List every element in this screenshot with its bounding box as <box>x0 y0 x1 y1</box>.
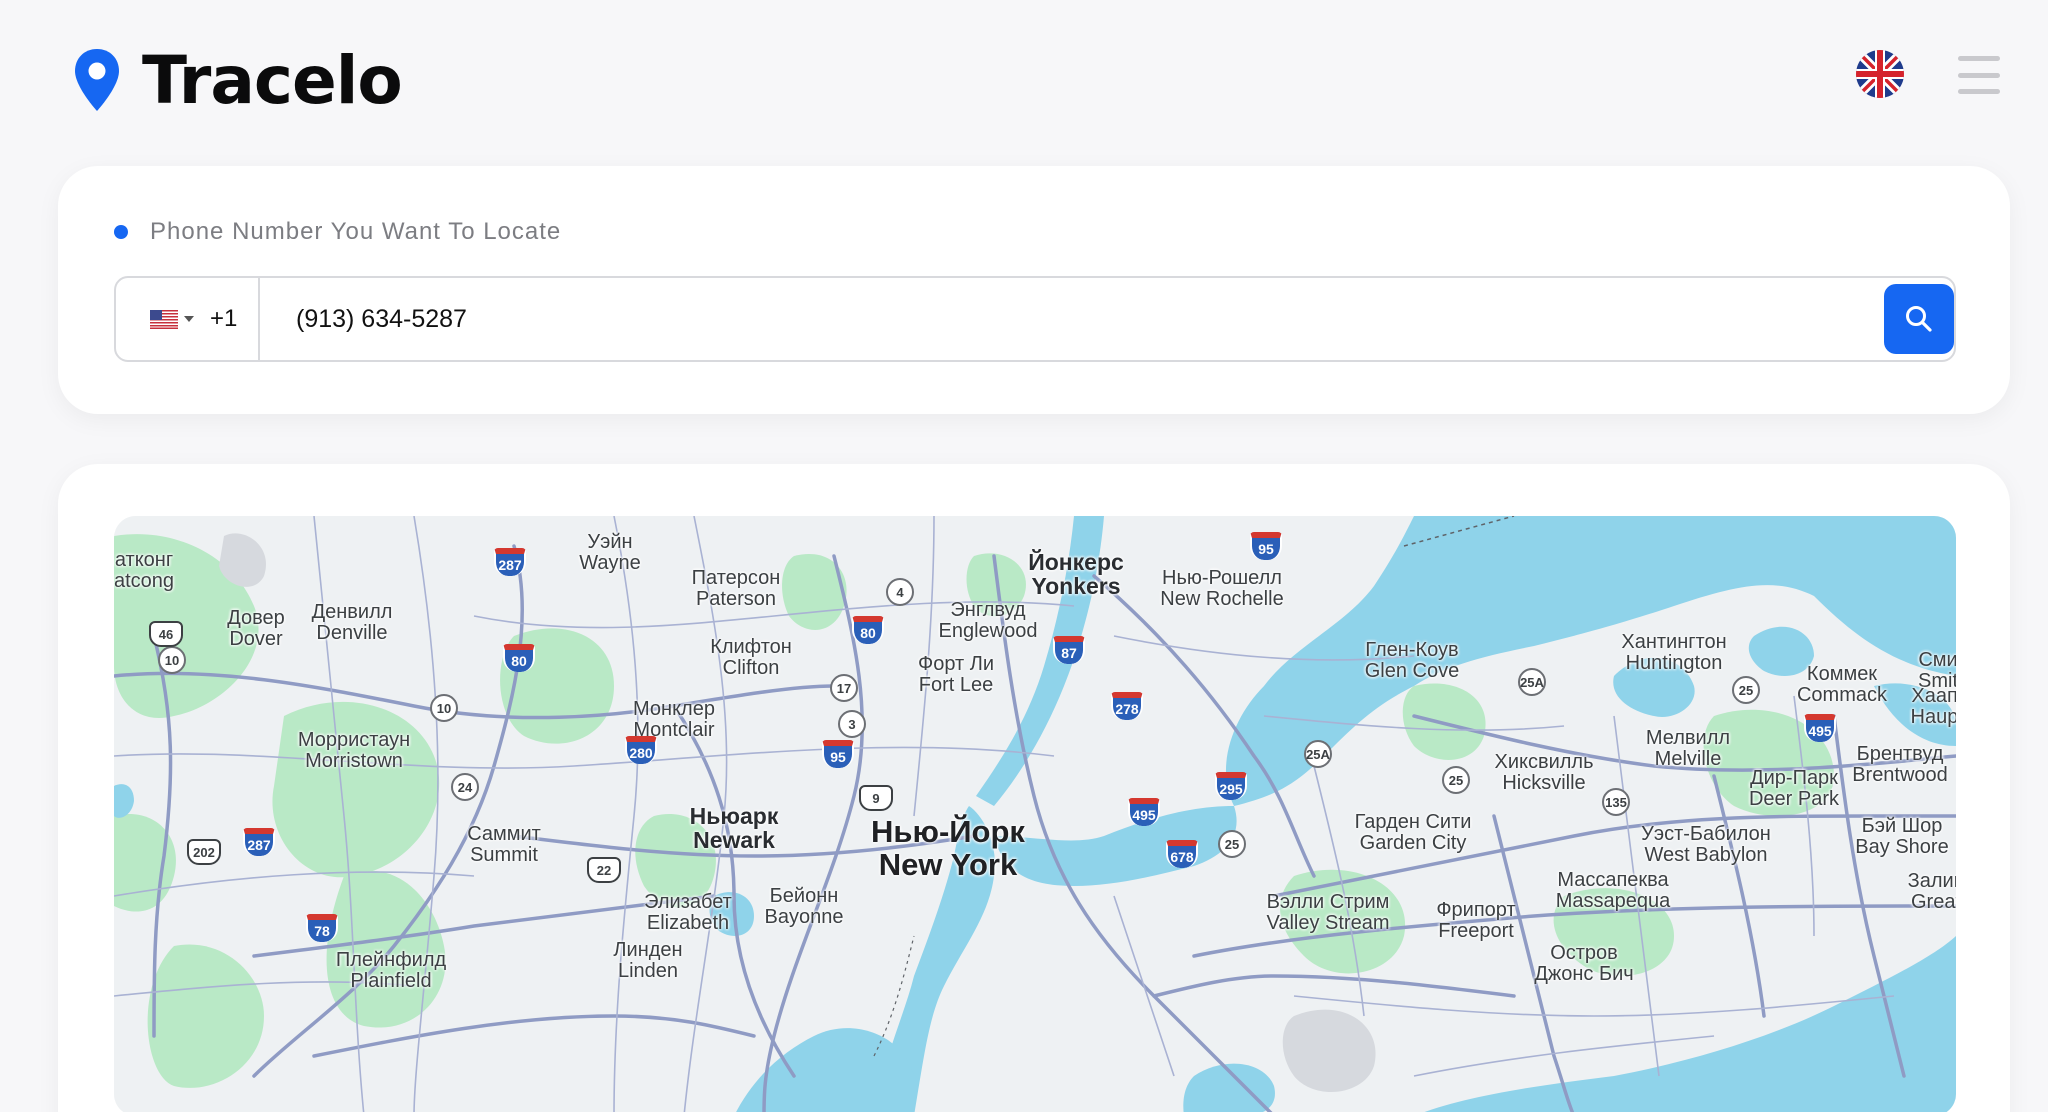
map-place-glencove: Глен-Коув Glen Cove <box>1364 639 1460 682</box>
map-place-paterson: Патерсон Paterson <box>691 567 781 610</box>
map-place-jonesbeach: Остров Джонс Бич <box>1534 942 1634 985</box>
map-place-linden: Линден Linden <box>613 939 683 982</box>
route-shield-s4: 4 <box>886 578 914 606</box>
phone-input-group: +1 <box>114 276 1956 362</box>
search-icon <box>1906 306 1932 332</box>
map-place-melville: Мелвилл Melville <box>1645 727 1731 770</box>
map-place-greatsouthbay: ЗаливGreat <box>1907 870 1956 913</box>
route-shield-i95b: 95 <box>822 740 854 768</box>
dial-code: +1 <box>210 305 238 332</box>
map-card: Нью-Йорк New York Ньюарк Newark Йонкерс Yonke… <box>58 464 2010 1112</box>
map-place-dover: Довер Dover <box>227 607 285 650</box>
route-shield-s135: 135 <box>1602 788 1630 816</box>
map-place-westbabylon: Уэст-Бабилон West Babylon <box>1641 823 1771 866</box>
route-shield-i287a: 287 <box>494 548 526 576</box>
route-shield-i287b: 287 <box>243 828 275 856</box>
route-shield-s25: 25 <box>1442 766 1470 794</box>
map-place-valleystream: Вэлли Стрим Valley Stream <box>1266 891 1390 934</box>
map-place-plainfield: Плейнфилд Plainfield <box>335 949 447 992</box>
map-place-denville: Денвилл Denville <box>311 601 393 644</box>
route-shield-u46: 46 <box>149 621 183 647</box>
route-shield-i295: 295 <box>1215 772 1247 800</box>
route-shield-s10a: 10 <box>158 646 186 674</box>
search-label: Phone Number You Want To Locate <box>150 218 562 245</box>
map-place-huntington: Хантингтон Huntington <box>1621 631 1727 674</box>
route-shield-i80b: 80 <box>503 644 535 672</box>
route-shield-s25d: 25 <box>1218 830 1246 858</box>
location-pin-icon <box>75 48 119 111</box>
map-place-newrochelle: Нью-Рошелл New Rochelle <box>1160 567 1284 610</box>
route-shield-s25b: 25A <box>1304 740 1332 768</box>
map-place-morristown: Морристаун Morristown <box>297 729 411 772</box>
map-place-deerpark: Дир-Парк Deer Park <box>1748 767 1840 810</box>
map-place-fortlee: Форт Ли Fort Lee <box>917 653 995 696</box>
route-shield-i95a: 95 <box>1250 532 1282 560</box>
route-shield-i678: 678 <box>1166 840 1198 868</box>
map-place-yonkers: Йонкерс Yonkers <box>1028 549 1124 600</box>
route-shield-s25c: 25 <box>1732 676 1760 704</box>
accent-dot <box>114 225 128 239</box>
map-place-elizabeth: Элизабет Elizabeth <box>644 891 732 934</box>
map-place-gardencity: Гарден Сити Garden City <box>1354 811 1472 854</box>
route-shield-i78: 78 <box>306 914 338 942</box>
route-shield-s24: 24 <box>451 773 479 801</box>
map-place-brentwood: Брентвуд Brentwood <box>1852 743 1948 786</box>
route-shield-s17: 17 <box>830 674 858 702</box>
map-place-bayonne: Бейонн Bayonne <box>764 885 844 928</box>
map-place-freeport: Фрипорт Freeport <box>1436 899 1516 942</box>
route-shield-i278: 278 <box>1111 692 1143 720</box>
us-flag-icon <box>150 309 178 329</box>
route-shield-u202: 202 <box>187 839 221 865</box>
route-shield-s3: 3 <box>838 710 866 738</box>
map-place-commack: Коммек Commack <box>1796 663 1888 706</box>
route-shield-u22: 22 <box>587 857 621 883</box>
country-code-selector[interactable]: +1 <box>116 278 260 360</box>
map-place-wayne: Уэйн Wayne <box>579 531 641 574</box>
route-shield-s10b: 10 <box>430 694 458 722</box>
map-place-newark: Ньюарк Newark <box>689 803 779 854</box>
search-card: Phone Number You Want To Locate +1 <box>58 166 2010 414</box>
phone-number-input[interactable] <box>260 278 1860 360</box>
route-shield-u9: 9 <box>859 785 893 811</box>
brand-name: Tracelo <box>142 42 403 119</box>
header: Tracelo <box>0 0 2048 150</box>
route-shield-i495a: 495 <box>1128 798 1160 826</box>
chevron-down-icon <box>184 316 194 322</box>
map-place-massapequa: Массапеква Massapequa <box>1555 869 1671 912</box>
search-button[interactable] <box>1884 284 1954 354</box>
map-place-bayshore: Бэй Шор Bay Shore <box>1855 815 1949 858</box>
route-shield-i280: 280 <box>625 736 657 764</box>
route-shield-s25a: 25A <box>1518 668 1546 696</box>
brand-logo[interactable]: Tracelo <box>72 42 403 119</box>
map-view[interactable]: Нью-Йорк New York Ньюарк Newark Йонкерс Yonke… <box>114 516 1956 1112</box>
map-place-newyork: Нью-Йорк New York <box>871 814 1025 882</box>
uk-flag-icon[interactable] <box>1856 50 1904 98</box>
map-place-hicksville: Хиксвилль Hicksville <box>1494 751 1594 794</box>
map-place-summit: Саммит Summit <box>467 823 541 866</box>
hamburger-menu-icon[interactable] <box>1958 56 2000 94</box>
map-place-hatcong: атконг atcong <box>114 549 175 592</box>
map-place-hauppauge: ХааппHaupp <box>1910 685 1956 728</box>
map-place-englewood: Энглвуд Englewood <box>938 599 1038 642</box>
route-shield-i80a: 80 <box>852 616 884 644</box>
route-shield-i495b: 495 <box>1804 714 1836 742</box>
search-label-row: Phone Number You Want To Locate <box>114 218 561 246</box>
map-place-montclair: Монклер Montclair <box>633 698 715 741</box>
map-place-clifton: Клифтон Clifton <box>710 636 792 679</box>
route-shield-i87: 87 <box>1053 636 1085 664</box>
